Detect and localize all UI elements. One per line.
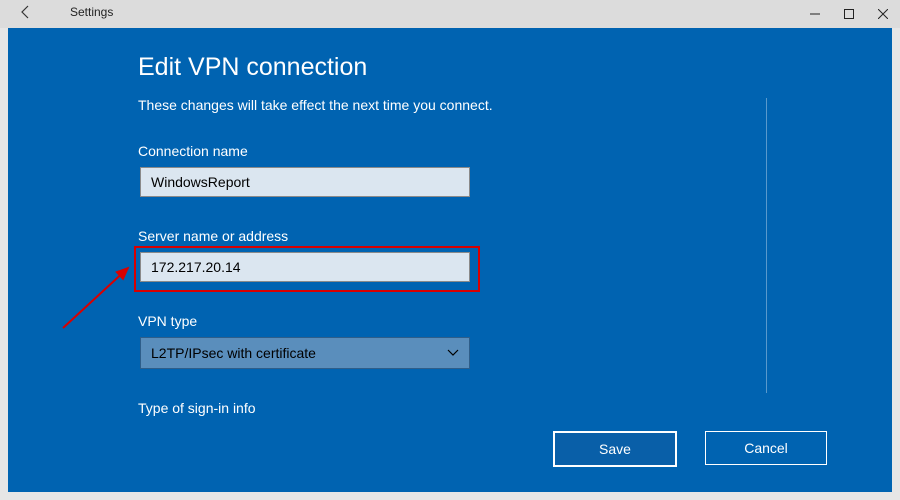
signin-type-label: Type of sign-in info xyxy=(138,400,256,416)
window-controls xyxy=(798,0,900,28)
cancel-button[interactable]: Cancel xyxy=(705,431,827,465)
vpn-type-selected: L2TP/IPsec with certificate xyxy=(151,345,316,361)
annotation-arrow-icon xyxy=(58,243,148,333)
server-address-input[interactable] xyxy=(140,252,470,282)
maximize-icon[interactable] xyxy=(832,0,866,28)
scrollbar[interactable] xyxy=(766,98,767,393)
panel-title: Edit VPN connection xyxy=(138,53,367,82)
window-title: Settings xyxy=(70,5,113,19)
dialog-buttons: Save Cancel xyxy=(553,431,827,467)
server-address-label: Server name or address xyxy=(138,228,288,244)
back-icon[interactable] xyxy=(18,4,34,25)
connection-name-input[interactable] xyxy=(140,167,470,197)
connection-name-label: Connection name xyxy=(138,143,248,159)
close-icon[interactable] xyxy=(866,0,900,28)
title-bar: Settings xyxy=(0,0,900,28)
settings-window: Settings Edit VPN connection These chang… xyxy=(0,0,900,500)
save-button[interactable]: Save xyxy=(553,431,677,467)
chevron-down-icon xyxy=(447,346,459,360)
vpn-type-label: VPN type xyxy=(138,313,197,329)
edit-vpn-panel: Edit VPN connection These changes will t… xyxy=(8,28,892,492)
vpn-type-select[interactable]: L2TP/IPsec with certificate xyxy=(140,337,470,369)
panel-description: These changes will take effect the next … xyxy=(138,97,493,113)
minimize-icon[interactable] xyxy=(798,0,832,28)
